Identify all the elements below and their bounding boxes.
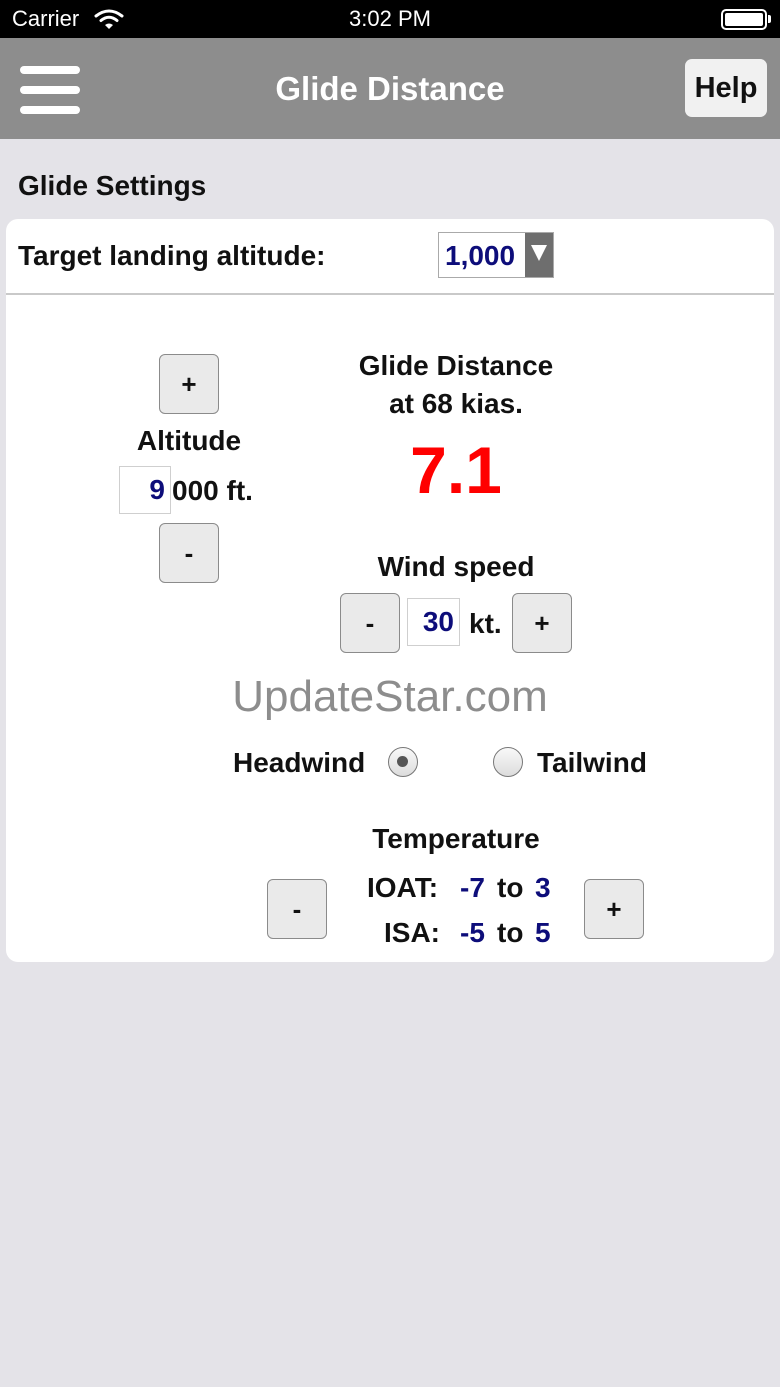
battery-tip (768, 15, 771, 23)
tailwind-label: Tailwind (537, 747, 647, 778)
help-button[interactable]: Help (685, 59, 767, 117)
ioat-to-label: to (497, 872, 524, 903)
headwind-label: Headwind (233, 747, 366, 778)
ioat-label: IOAT: (367, 872, 439, 903)
watermark: UpdateStar.com (232, 672, 548, 721)
wind-unit: kt. (469, 608, 502, 639)
target-altitude-value: 1,000 (445, 240, 516, 271)
temperature-plus-button[interactable]: + (584, 879, 644, 939)
clock: 3:02 PM (349, 6, 431, 31)
ioat-low-value: -7 (460, 872, 485, 903)
page-title: Glide Distance (275, 70, 505, 107)
settings-card: Target landing altitude: 1,000 + Altitud… (6, 219, 774, 962)
altitude-input[interactable]: 9 (119, 466, 171, 514)
nav-bar: Glide Distance Help (0, 38, 780, 139)
wind-speed-label: Wind speed (377, 551, 535, 582)
altitude-minus-button[interactable]: - (159, 523, 219, 583)
target-altitude-label: Target landing altitude: (18, 240, 326, 271)
menu-icon[interactable] (20, 66, 82, 114)
glide-distance-subtitle: at 68 kias. (389, 388, 523, 419)
section-title: Glide Settings (18, 170, 207, 201)
altitude-suffix: 000 ft. (172, 475, 253, 506)
isa-high-value: 5 (535, 917, 551, 948)
isa-low-value: -5 (460, 917, 485, 948)
temperature-minus-button[interactable]: - (267, 879, 327, 939)
glide-distance-value: 7.1 (410, 433, 502, 507)
wind-minus-button[interactable]: - (340, 593, 400, 653)
dropdown-arrow-icon (525, 233, 553, 277)
wind-speed-input[interactable]: 30 (407, 598, 460, 646)
isa-label: ISA: (384, 917, 440, 948)
wind-plus-button[interactable]: + (512, 593, 572, 653)
tailwind-radio[interactable] (493, 747, 523, 777)
ioat-high-value: 3 (535, 872, 551, 903)
glide-distance-title: Glide Distance (358, 350, 554, 381)
battery-icon (721, 9, 767, 30)
target-altitude-select[interactable]: 1,000 (438, 232, 554, 278)
headwind-radio[interactable] (388, 747, 418, 777)
status-bar: Carrier 3:02 PM (0, 0, 780, 38)
divider (6, 293, 774, 295)
altitude-label: Altitude (136, 425, 242, 456)
altitude-plus-button[interactable]: + (159, 354, 219, 414)
isa-to-label: to (497, 917, 524, 948)
temperature-label: Temperature (372, 823, 540, 854)
